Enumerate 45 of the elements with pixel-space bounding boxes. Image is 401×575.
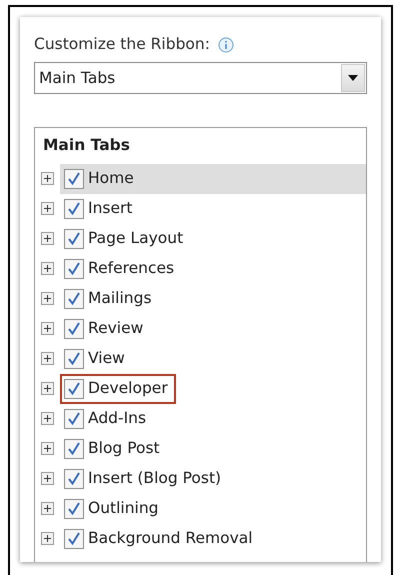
- expand-icon[interactable]: [41, 412, 54, 425]
- checkbox[interactable]: [64, 168, 84, 188]
- checkbox[interactable]: [64, 468, 84, 488]
- checkbox[interactable]: [64, 318, 84, 338]
- expand-icon[interactable]: [41, 232, 54, 245]
- checkbox[interactable]: [64, 498, 84, 518]
- checkbox[interactable]: [64, 528, 84, 548]
- expand-icon[interactable]: [41, 202, 54, 215]
- checkbox[interactable]: [64, 228, 84, 248]
- tree-header: Main Tabs: [42, 135, 131, 156]
- expand-icon[interactable]: [41, 502, 54, 515]
- tree-item[interactable]: Page Layout: [60, 224, 366, 254]
- expand-icon[interactable]: [41, 532, 54, 545]
- expand-icon[interactable]: [41, 262, 54, 275]
- tree-item[interactable]: Insert: [60, 194, 366, 224]
- ribbon-label: Customize the Ribbon:: [34, 34, 210, 55]
- tree-item[interactable]: Add-Ins: [60, 404, 366, 434]
- checkbox[interactable]: [64, 348, 84, 368]
- expand-icon[interactable]: [41, 352, 54, 365]
- caret-icon: [348, 75, 358, 82]
- info-icon: [218, 36, 234, 53]
- expand-icon[interactable]: [41, 472, 54, 485]
- checkbox[interactable]: [64, 198, 84, 218]
- checkbox[interactable]: [64, 258, 84, 278]
- highlighted-tree-item[interactable]: Developer: [60, 374, 176, 404]
- tree-item[interactable]: Home: [60, 164, 366, 194]
- tree-item[interactable]: Outlining: [60, 494, 366, 524]
- tree-item[interactable]: Mailings: [60, 284, 366, 314]
- tabs-dropdown[interactable]: Main Tabs: [34, 62, 367, 94]
- tree-item[interactable]: References: [60, 254, 366, 284]
- checkbox[interactable]: [64, 288, 84, 308]
- checkbox[interactable]: [64, 438, 84, 458]
- checkbox[interactable]: [64, 378, 84, 398]
- expand-icon[interactable]: [41, 292, 54, 305]
- dropdown-button[interactable]: [341, 64, 365, 92]
- tree-item[interactable]: Blog Post: [60, 434, 366, 464]
- expand-icon[interactable]: [41, 382, 54, 395]
- expand-icon[interactable]: [41, 442, 54, 455]
- checkbox[interactable]: [64, 408, 84, 428]
- tree-item[interactable]: View: [60, 344, 366, 374]
- tree-item[interactable]: Review: [60, 314, 366, 344]
- expand-icon[interactable]: [41, 172, 54, 185]
- tree-item[interactable]: Insert (Blog Post): [60, 464, 366, 494]
- tree-item[interactable]: Background Removal: [60, 524, 366, 554]
- expand-icon[interactable]: [41, 322, 54, 335]
